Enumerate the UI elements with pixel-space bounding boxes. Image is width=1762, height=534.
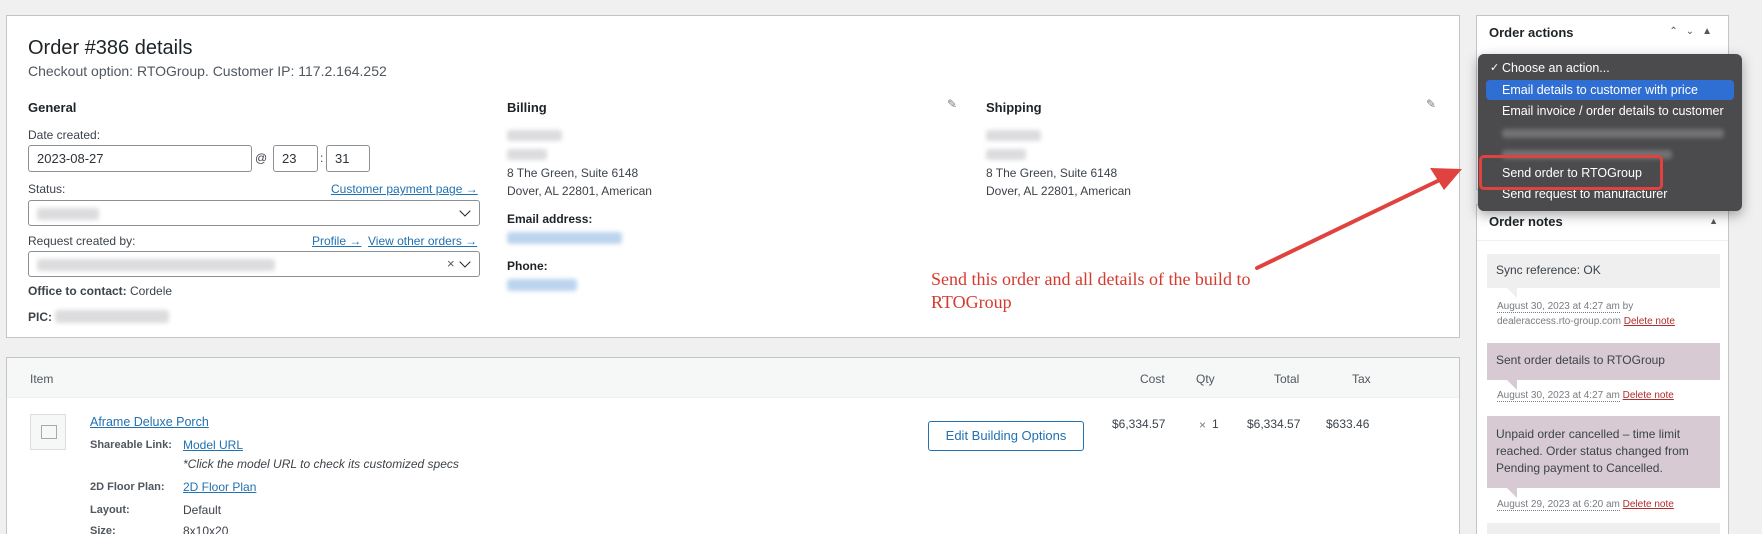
annotation-arrow-icon [1255, 168, 1462, 270]
annotation-text: Send this order and all details of the b… [931, 269, 1251, 312]
